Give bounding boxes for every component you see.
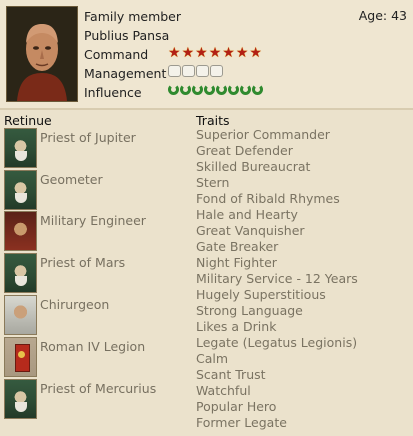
trait-item[interactable]: Skilled Bureaucrat (196, 159, 358, 175)
priest-portrait-icon (4, 379, 37, 419)
trait-item[interactable]: Hale and Hearty (196, 207, 358, 223)
scroll-icon (182, 65, 195, 77)
traits-list: Superior Commander Great Defender Skille… (196, 127, 358, 431)
trait-item[interactable]: Hugely Superstitious (196, 287, 358, 303)
retinue-item-label: Priest of Jupiter (40, 130, 136, 145)
trait-item[interactable]: Scant Trust (196, 367, 358, 383)
star-icon: ★ (222, 45, 235, 61)
retinue-item-label: Roman IV Legion (40, 339, 146, 354)
retinue-item-label: Chirurgeon (40, 297, 110, 312)
star-icon: ★ (195, 45, 208, 61)
character-panel: Family member Age: 43 Publius Pansa Comm… (0, 0, 413, 436)
character-header: Family member Age: 43 Publius Pansa Comm… (0, 0, 413, 110)
trait-item[interactable]: Military Service - 12 Years (196, 271, 358, 287)
trait-item[interactable]: Superior Commander (196, 127, 358, 143)
laurel-icon (192, 84, 203, 95)
character-age: Age: 43 (358, 8, 407, 23)
retinue-item-label: Geometer (40, 172, 103, 187)
laurel-icon (228, 84, 239, 95)
engineer-portrait-icon (4, 211, 37, 251)
management-rating (168, 65, 223, 77)
retinue-item[interactable]: Priest of Mars (2, 253, 192, 293)
portrait-art (7, 7, 77, 101)
star-icon: ★ (168, 45, 181, 61)
trait-item[interactable]: Former Legate (196, 415, 358, 431)
family-member-label: Family member (84, 9, 182, 24)
retinue-item[interactable]: Geometer (2, 170, 192, 210)
star-icon: ★ (235, 45, 249, 61)
star-icon: ★ (249, 45, 262, 61)
management-label: Management (84, 66, 167, 81)
trait-item[interactable]: Likes a Drink (196, 319, 358, 335)
retinue-item-label: Priest of Mercurius (40, 381, 157, 396)
trait-item[interactable]: Calm (196, 351, 358, 367)
trait-item[interactable]: Fond of Ribald Rhymes (196, 191, 358, 207)
traits-title: Traits (196, 113, 230, 128)
scroll-icon (210, 65, 223, 77)
scroll-icon (196, 65, 209, 77)
laurel-icon (204, 84, 215, 95)
trait-item[interactable]: Watchful (196, 383, 358, 399)
trait-item[interactable]: Night Fighter (196, 255, 358, 271)
influence-rating (168, 84, 263, 95)
trait-item[interactable]: Great Vanquisher (196, 223, 358, 239)
retinue-item[interactable]: Priest of Jupiter (2, 128, 192, 168)
retinue-item-label: Military Engineer (40, 213, 146, 228)
laurel-icon (252, 84, 263, 95)
command-rating: ★ ★ ★ ★ ★ ★ ★ (168, 45, 262, 61)
legion-standard-icon (4, 337, 37, 377)
trait-item[interactable]: Gate Breaker (196, 239, 358, 255)
laurel-icon (180, 84, 191, 95)
influence-label: Influence (84, 85, 142, 100)
trait-item[interactable]: Stern (196, 175, 358, 191)
retinue-title: Retinue (4, 113, 52, 128)
laurel-icon (216, 84, 227, 95)
priest-portrait-icon (4, 170, 37, 210)
trait-item[interactable]: Legate (Legatus Legionis) (196, 335, 358, 351)
retinue-item[interactable]: Roman IV Legion (2, 337, 192, 377)
command-label: Command (84, 47, 149, 62)
retinue-item[interactable]: Priest of Mercurius (2, 379, 192, 419)
character-portrait[interactable] (6, 6, 78, 102)
laurel-icon (240, 84, 251, 95)
trait-item[interactable]: Strong Language (196, 303, 358, 319)
retinue-item[interactable]: Military Engineer (2, 211, 192, 251)
star-icon: ★ (181, 45, 195, 61)
character-name: Publius Pansa (84, 28, 170, 43)
star-icon: ★ (208, 45, 222, 61)
trait-item[interactable]: Popular Hero (196, 399, 358, 415)
retinue-item[interactable]: Chirurgeon (2, 295, 192, 335)
priest-portrait-icon (4, 128, 37, 168)
doctor-portrait-icon (4, 295, 37, 335)
trait-item[interactable]: Great Defender (196, 143, 358, 159)
laurel-icon (168, 84, 179, 95)
scroll-icon (168, 65, 181, 77)
priest-portrait-icon (4, 253, 37, 293)
retinue-item-label: Priest of Mars (40, 255, 126, 270)
